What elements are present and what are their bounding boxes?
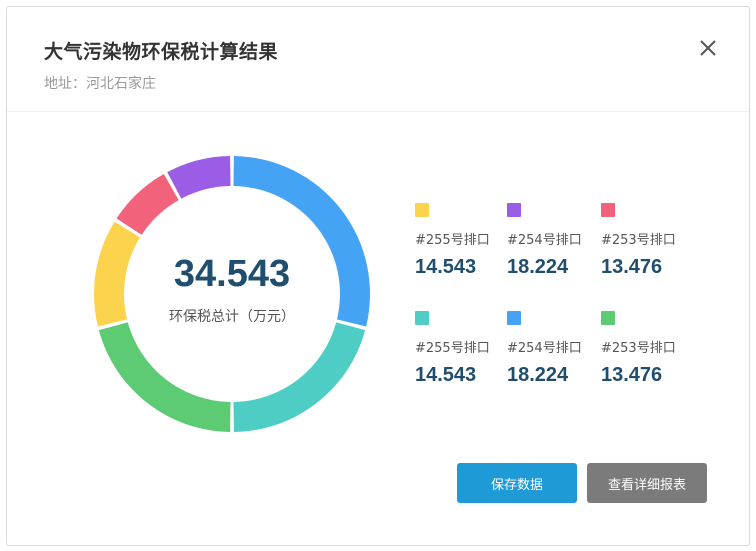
total-tax-label: 环保税总计（万元） — [169, 308, 295, 325]
result-dialog: 大气污染物环保税计算结果 地址：河北石家庄 34.543 环保税总计（万元） #… — [6, 6, 750, 546]
legend-outlet-value: 13.476 — [601, 256, 663, 278]
legend-swatch — [415, 311, 429, 325]
legend-outlet-name: #255号排口 — [415, 341, 490, 356]
donut-chart: 34.543 环保税总计（万元） — [87, 149, 377, 439]
legend-outlet-name: #254号排口 — [507, 233, 582, 248]
address-label: 地址：河北石家庄 — [44, 76, 156, 92]
legend-item: #254号排口 18.224 — [507, 311, 601, 387]
legend-outlet-name: #255号排口 — [415, 233, 490, 248]
legend-swatch — [601, 311, 615, 325]
donut-center: 34.543 环保税总计（万元） — [87, 149, 377, 439]
header-divider — [7, 111, 749, 112]
total-tax-value: 34.543 — [173, 252, 291, 295]
legend-outlet-value: 18.224 — [507, 364, 569, 386]
legend-outlet-name: #253号排口 — [601, 233, 676, 248]
legend: #255号排口 14.543 #254号排口 18.224 #253号排口 13… — [415, 203, 705, 387]
legend-swatch — [507, 203, 521, 217]
legend-swatch — [415, 203, 429, 217]
legend-item: #255号排口 14.543 — [415, 203, 507, 279]
legend-outlet-name: #254号排口 — [507, 341, 582, 356]
legend-item: #253号排口 13.476 — [601, 203, 695, 279]
legend-item: #253号排口 13.476 — [601, 311, 695, 387]
legend-item: #254号排口 18.224 — [507, 203, 601, 279]
close-button[interactable] — [695, 35, 721, 61]
view-detail-report-button[interactable]: 查看详细报表 — [587, 463, 707, 503]
dialog-title: 大气污染物环保税计算结果 — [44, 41, 279, 63]
legend-outlet-value: 13.476 — [601, 364, 663, 386]
save-data-button[interactable]: 保存数据 — [457, 463, 577, 503]
close-icon — [700, 40, 716, 56]
legend-swatch — [601, 203, 615, 217]
legend-outlet-value: 14.543 — [415, 256, 477, 278]
legend-swatch — [507, 311, 521, 325]
legend-outlet-value: 14.543 — [415, 364, 477, 386]
legend-outlet-name: #253号排口 — [601, 341, 676, 356]
legend-outlet-value: 18.224 — [507, 256, 569, 278]
legend-item: #255号排口 14.543 — [415, 311, 507, 387]
